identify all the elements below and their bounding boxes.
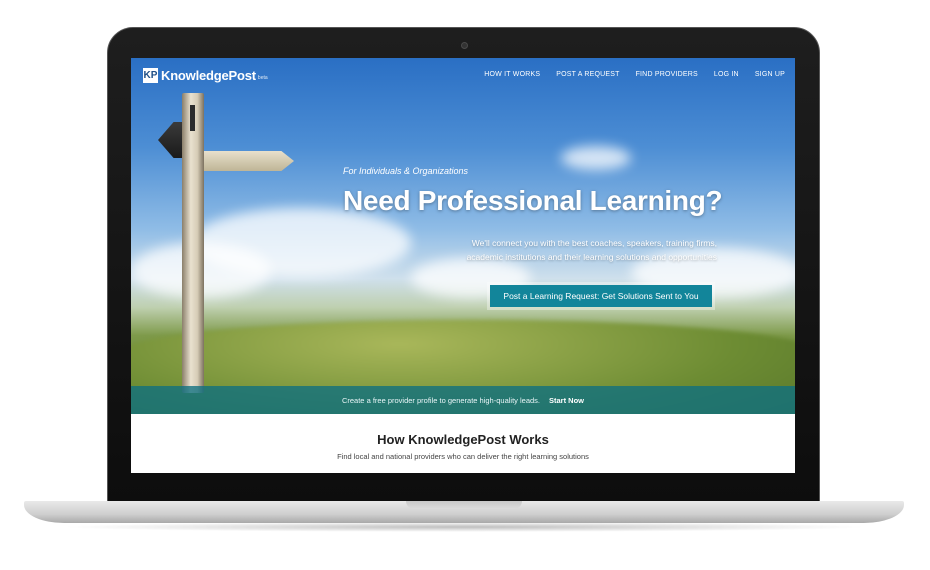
cta-wrapper: Post a Learning Request: Get Solutions S… xyxy=(487,282,715,310)
nav-log-in[interactable]: LOG IN xyxy=(714,71,739,78)
signpost-arm-left xyxy=(158,122,184,158)
post-request-button[interactable]: Post a Learning Request: Get Solutions S… xyxy=(490,285,712,307)
camera-icon xyxy=(461,42,468,49)
logo-text: KnowledgePost xyxy=(161,67,256,83)
signpost-slot xyxy=(190,105,195,131)
laptop-shadow xyxy=(60,522,870,532)
laptop-notch xyxy=(406,501,522,509)
nav-sign-up[interactable]: SIGN UP xyxy=(755,71,785,78)
signpost-arm-right xyxy=(204,151,294,171)
logo-icon: KP xyxy=(143,67,158,83)
hero-section: KP KnowledgePost beta HOW IT WORKS POST … xyxy=(131,58,795,414)
hero-kicker: For Individuals & Organizations xyxy=(343,166,469,176)
cloud-image xyxy=(561,146,631,170)
nav-post-request[interactable]: POST A REQUEST xyxy=(556,71,619,78)
hero-subtext: We'll connect you with the best coaches,… xyxy=(397,236,717,264)
hero-subtext-line: academic institutions and their learning… xyxy=(466,252,717,262)
site-logo[interactable]: KP KnowledgePost beta xyxy=(143,67,268,83)
signpost-image xyxy=(182,93,204,393)
provider-banner: Create a free provider profile to genera… xyxy=(131,386,795,414)
banner-text: Create a free provider profile to genera… xyxy=(341,395,541,405)
nav-how-it-works[interactable]: HOW IT WORKS xyxy=(484,71,540,78)
nav-find-providers[interactable]: FIND PROVIDERS xyxy=(636,71,698,78)
how-it-works-subtitle: Find local and national providers who ca… xyxy=(337,452,589,461)
hero-headline: Need Professional Learning? xyxy=(343,185,723,216)
laptop-base xyxy=(24,501,904,523)
beta-badge: beta xyxy=(257,74,268,81)
start-now-link[interactable]: Start Now xyxy=(549,396,584,405)
top-nav: HOW IT WORKS POST A REQUEST FIND PROVIDE… xyxy=(468,71,785,78)
hero-subtext-line: We'll connect you with the best coaches,… xyxy=(471,238,717,248)
browser-screen: KP KnowledgePost beta HOW IT WORKS POST … xyxy=(131,58,795,473)
how-it-works-title: How KnowledgePost Works xyxy=(377,432,549,447)
